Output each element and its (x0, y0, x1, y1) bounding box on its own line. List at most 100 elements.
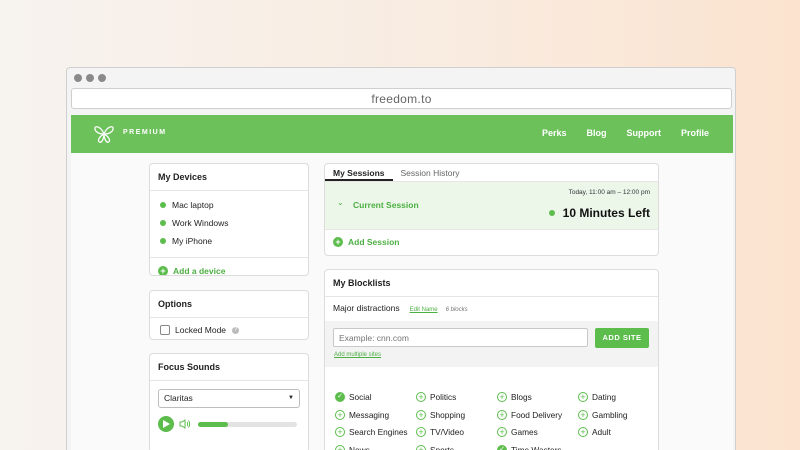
plus-circle-icon: + (335, 444, 345, 450)
category-item[interactable]: + Blogs (497, 390, 578, 405)
volume-slider[interactable] (198, 421, 297, 427)
sessions-tabs: My Sessions Session History (325, 164, 658, 182)
status-dot-icon (160, 238, 166, 244)
plus-circle-icon: + (416, 444, 426, 450)
time-remaining: 10 Minutes Left (562, 206, 650, 220)
tab-session-history[interactable]: Session History (393, 164, 468, 181)
close-dot-icon[interactable] (74, 74, 82, 82)
active-status-icon (549, 210, 555, 216)
category-label: Shopping (430, 409, 466, 420)
category-item[interactable]: + Gambling (578, 408, 658, 423)
blocklist-name: Major distractions (333, 303, 400, 313)
plus-circle-icon: + (335, 427, 345, 438)
category-item[interactable]: + Shopping (416, 408, 497, 423)
focus-sounds-card: Focus Sounds Claritas ▼ (149, 353, 309, 450)
category-label: Games (511, 427, 538, 438)
status-dot-icon (160, 202, 166, 208)
category-label: Messaging (349, 409, 390, 420)
butterfly-logo-icon[interactable] (93, 124, 115, 144)
device-item[interactable]: My iPhone (150, 232, 308, 250)
volume-slider-fill (198, 421, 228, 427)
category-label: Social (349, 392, 372, 403)
plus-circle-icon: + (497, 427, 507, 438)
add-site-button[interactable]: ADD SITE (595, 328, 649, 348)
plus-circle-icon: + (335, 409, 345, 420)
chevron-down-icon[interactable]: ⌄ (337, 198, 344, 207)
category-item[interactable]: + Messaging (335, 408, 416, 423)
plus-circle-icon: + (416, 392, 426, 403)
device-label: Mac laptop (172, 200, 214, 210)
window-controls (74, 74, 106, 82)
session-time-range: Today, 11:00 am – 12:00 pm (568, 189, 650, 196)
nav-link-blog[interactable]: Blog (586, 128, 606, 138)
category-label: TV/Video (430, 427, 464, 438)
category-item[interactable]: + Politics (416, 390, 497, 405)
category-item[interactable]: + Sports (416, 443, 497, 450)
page: PREMIUM Perks Blog Support Profile My De… (71, 115, 733, 450)
options-title: Options (150, 291, 308, 318)
nav-link-perks[interactable]: Perks (542, 128, 567, 138)
category-item[interactable]: ✓ Time Wasters (497, 443, 578, 450)
add-device-label: Add a device (173, 266, 226, 276)
category-label: Time Wasters (511, 444, 562, 450)
device-item[interactable]: Mac laptop (150, 196, 308, 214)
tab-my-sessions[interactable]: My Sessions (325, 164, 393, 181)
options-card: Options Locked Mode ? (149, 290, 309, 340)
category-item[interactable]: + News (335, 443, 416, 450)
plus-icon: + (333, 237, 343, 247)
category-item[interactable]: + TV/Video (416, 425, 497, 440)
plus-circle-icon: + (497, 409, 507, 420)
help-icon[interactable]: ? (232, 326, 240, 334)
check-circle-icon: ✓ (497, 444, 507, 450)
play-button[interactable] (158, 416, 174, 432)
category-item[interactable]: + Dating (578, 390, 658, 405)
locked-mode-label: Locked Mode (175, 325, 227, 335)
category-item[interactable]: + Games (497, 425, 578, 440)
category-grid: ✓ Social + Politics + Blogs + Dating + Messaging +… (335, 390, 658, 450)
add-session-label: Add Session (348, 237, 400, 247)
category-item[interactable]: + Adult (578, 425, 658, 440)
add-device-button[interactable]: + Add a device (150, 258, 308, 276)
sound-select[interactable]: Claritas ▼ (158, 389, 300, 408)
category-item[interactable]: ✓ Social (335, 390, 416, 405)
category-label: Dating (592, 392, 616, 403)
top-nav: PREMIUM Perks Blog Support Profile (71, 115, 733, 153)
current-session-row[interactable]: ⌄ Current Session Today, 11:00 am – 12:0… (325, 182, 658, 230)
locked-mode-checkbox[interactable] (160, 325, 170, 335)
volume-icon[interactable] (179, 419, 191, 429)
focus-sounds-title: Focus Sounds (150, 354, 308, 381)
category-label: Search Engines (349, 427, 408, 438)
devices-title: My Devices (150, 164, 308, 191)
edit-name-link[interactable]: Edit Name (410, 307, 438, 313)
blocklists-card: My Blocklists Major distractions Edit Na… (324, 269, 659, 450)
sessions-card: My Sessions Session History ⌄ Current Se… (324, 163, 659, 256)
block-count: 6 blocks (445, 307, 468, 313)
status-dot-icon (160, 220, 166, 226)
nav-link-support[interactable]: Support (626, 128, 661, 138)
category-label: Politics (430, 392, 457, 403)
url-bar[interactable]: freedom.to (71, 88, 732, 109)
category-label: Blogs (511, 392, 532, 403)
nav-link-profile[interactable]: Profile (681, 128, 709, 138)
check-circle-icon: ✓ (335, 392, 345, 403)
maximize-dot-icon[interactable] (98, 74, 106, 82)
blocklists-title: My Blocklists (325, 270, 658, 297)
category-label: Gambling (592, 409, 628, 420)
category-item[interactable]: + Food Delivery (497, 408, 578, 423)
play-icon (162, 420, 170, 428)
device-label: Work Windows (172, 218, 229, 228)
plus-circle-icon: + (578, 409, 588, 420)
device-item[interactable]: Work Windows (150, 214, 308, 232)
category-item[interactable]: + Search Engines (335, 425, 416, 440)
category-label: Food Delivery (511, 409, 563, 420)
plus-icon: + (158, 266, 168, 275)
plus-circle-icon: + (497, 392, 507, 403)
plus-circle-icon: + (416, 409, 426, 420)
plus-circle-icon: + (578, 427, 588, 438)
current-session-label: Current Session (353, 200, 419, 210)
add-session-button[interactable]: + Add Session (325, 230, 658, 247)
chevron-down-icon: ▼ (288, 395, 294, 401)
minimize-dot-icon[interactable] (86, 74, 94, 82)
add-multiple-sites-link[interactable]: Add multiple sites (334, 352, 381, 358)
site-input[interactable] (333, 328, 588, 347)
